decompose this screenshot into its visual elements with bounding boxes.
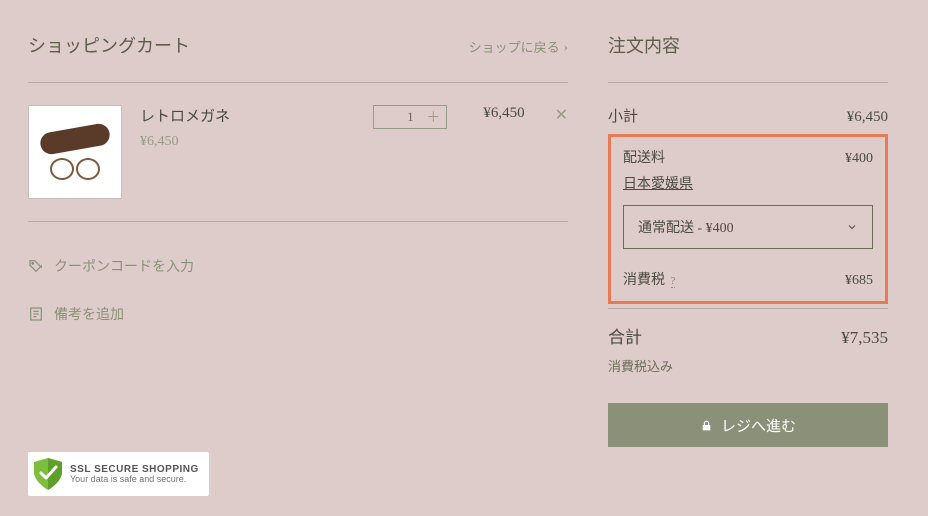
ssl-main: SECURE SHOPPING (94, 464, 199, 475)
product-unit-price: ¥6,450 (140, 134, 373, 150)
chevron-right-icon: › (564, 39, 568, 55)
shipping-value: ¥400 (845, 151, 873, 167)
chevron-down-icon (846, 221, 858, 233)
quantity-value: 1 (407, 109, 414, 125)
shipping-destination-link[interactable]: 日本愛媛県 (623, 173, 873, 193)
tax-value: ¥685 (845, 273, 873, 289)
tax-label: 消費税 (623, 273, 665, 288)
product-name: レトロメガネ (140, 105, 373, 126)
back-to-shop-label: ショップに戻る (469, 37, 560, 56)
total-label: 合計 (608, 323, 642, 348)
shipping-option-label: 通常配送 - ¥400 (638, 217, 734, 237)
lock-icon (700, 419, 713, 432)
line-total: ¥6,450 (483, 105, 524, 122)
shipping-label: 配送料 (623, 147, 665, 167)
ssl-badge: SSL SECURE SHOPPING Your data is safe an… (28, 452, 209, 496)
add-note-link[interactable]: 備考を追加 (28, 290, 568, 338)
product-thumbnail[interactable] (28, 105, 122, 199)
coupon-link[interactable]: クーポンコードを入力 (28, 242, 568, 290)
remove-item-button[interactable]: ✕ (555, 105, 568, 125)
tax-help-icon[interactable]: ? (671, 275, 676, 288)
back-to-shop-link[interactable]: ショップに戻る › (469, 37, 568, 56)
close-icon: ✕ (555, 107, 568, 124)
total-value: ¥7,535 (841, 328, 888, 348)
subtotal-value: ¥6,450 (847, 109, 888, 126)
note-label: 備考を追加 (54, 304, 124, 324)
tax-included-note: 消費税込み (608, 356, 888, 375)
ssl-prefix: SSL (70, 464, 91, 475)
cart-item-row: レトロメガネ ¥6,450 1 ＋ ¥6,450 ✕ (28, 83, 568, 222)
order-summary-title: 注文内容 (608, 32, 888, 83)
shipping-method-select[interactable]: 通常配送 - ¥400 (623, 205, 873, 249)
shield-check-icon (32, 456, 64, 492)
ssl-subtext: Your data is safe and secure. (70, 475, 199, 485)
highlight-annotation: 配送料 ¥400 日本愛媛県 通常配送 - ¥400 消費税 ? ¥685 (608, 134, 888, 304)
plus-icon[interactable]: ＋ (426, 107, 440, 127)
tag-icon (28, 258, 44, 274)
note-icon (28, 306, 44, 322)
coupon-label: クーポンコードを入力 (54, 256, 194, 276)
checkout-button[interactable]: レジへ進む (608, 403, 888, 447)
quantity-stepper[interactable]: 1 ＋ (373, 105, 447, 129)
subtotal-label: 小計 (608, 105, 638, 126)
cart-title: ショッピングカート (28, 32, 190, 58)
checkout-label: レジへ進む (721, 415, 796, 436)
